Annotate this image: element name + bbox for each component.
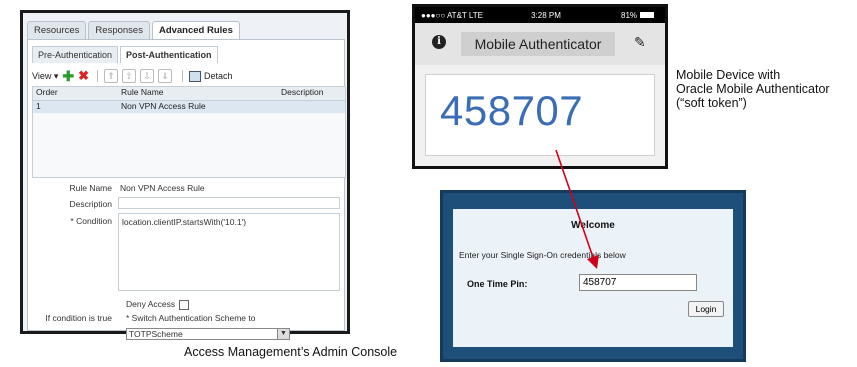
- connector-arrow: [555, 149, 599, 270]
- arrow-line: [555, 149, 599, 270]
